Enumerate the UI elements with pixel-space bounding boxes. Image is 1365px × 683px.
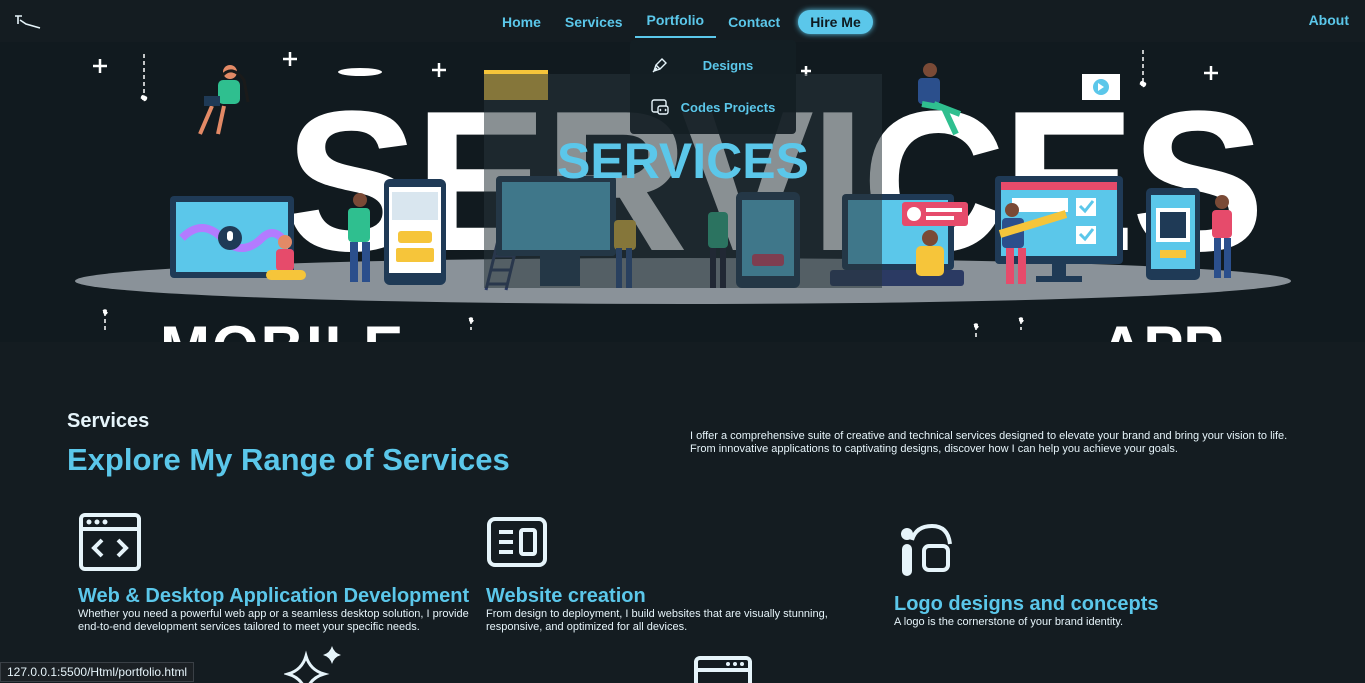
service-card-website: Website creation From design to deployme… — [486, 512, 886, 634]
person-standing-phone — [348, 193, 370, 282]
taxi-phone — [384, 179, 446, 285]
nav-contact[interactable]: Contact — [716, 8, 792, 36]
section-title: Explore My Range of Services — [67, 442, 510, 477]
person-right-edge — [1212, 195, 1232, 278]
service-card-title: Logo designs and concepts — [894, 593, 1159, 615]
dropdown-item-label: Codes Projects — [680, 99, 776, 115]
service-card-web-desktop: Web & Desktop Application Development Wh… — [78, 512, 478, 634]
service-card-desc: From design to deployment, I build websi… — [486, 608, 828, 633]
top-nav: Home Services Portfolio Contact Hire Me … — [0, 0, 1365, 42]
design-tools-icon — [901, 523, 952, 576]
dropdown-item-designs[interactable]: Designs — [630, 48, 796, 82]
nav-about[interactable]: About — [1309, 12, 1349, 28]
nav-services[interactable]: Services — [553, 8, 635, 36]
logo-icon[interactable] — [12, 12, 42, 32]
portfolio-dropdown: Designs Codes Projects — [630, 40, 796, 134]
hire-me-button[interactable]: Hire Me — [798, 10, 873, 34]
service-card-logo: Logo designs and concepts A logo is the … — [894, 520, 1294, 629]
nav-links: Home Services Portfolio Contact Hire Me — [490, 6, 873, 38]
code-window-icon — [79, 513, 141, 571]
browser-window-icon — [694, 656, 752, 683]
service-card-title: Website creation — [486, 585, 646, 607]
layout-icon — [487, 517, 547, 567]
service-card-desc: A logo is the cornerstone of your brand … — [894, 616, 1124, 628]
nav-home[interactable]: Home — [490, 8, 553, 36]
dropdown-item-codes-projects[interactable]: Codes Projects — [630, 90, 796, 124]
dropdown-item-label: Designs — [702, 57, 754, 73]
mic-tablet — [170, 196, 294, 278]
service-card-desc: Whether you need a powerful web app or a… — [78, 608, 469, 633]
hero-title: SERVICES — [557, 133, 809, 189]
person-laptop-top-left — [198, 65, 250, 135]
service-card-title: Web & Desktop Application Development — [78, 585, 470, 607]
qr-phone — [1146, 188, 1200, 280]
section-description: I offer a comprehensive suite of creativ… — [690, 430, 1288, 455]
browser-status-url: 127.0.0.1:5500/Html/portfolio.html — [0, 662, 195, 682]
sparkle-icon — [284, 646, 341, 683]
section-label: Services — [67, 410, 150, 432]
person-top-right — [918, 63, 962, 136]
nav-portfolio[interactable]: Portfolio — [634, 6, 717, 38]
